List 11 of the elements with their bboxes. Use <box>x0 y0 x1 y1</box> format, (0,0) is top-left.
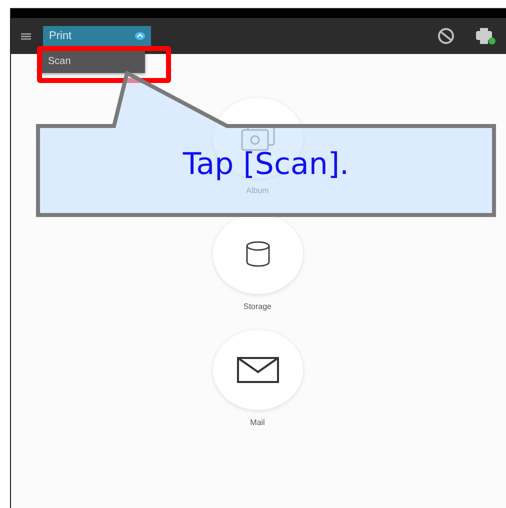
callout-text: Tap [Scan]. <box>182 147 350 182</box>
action-label: Storage <box>243 302 272 311</box>
menu-item[interactable]: Scan <box>40 49 145 73</box>
mode-dropdown[interactable]: Print <box>43 26 151 46</box>
action-label: Album <box>246 186 269 195</box>
printer-icon[interactable] <box>474 26 496 46</box>
menu-icon[interactable] <box>21 32 31 40</box>
action-label: Mail <box>250 418 265 427</box>
caret-icon <box>135 32 145 40</box>
storage-icon <box>246 241 270 267</box>
mail-icon <box>236 357 278 383</box>
